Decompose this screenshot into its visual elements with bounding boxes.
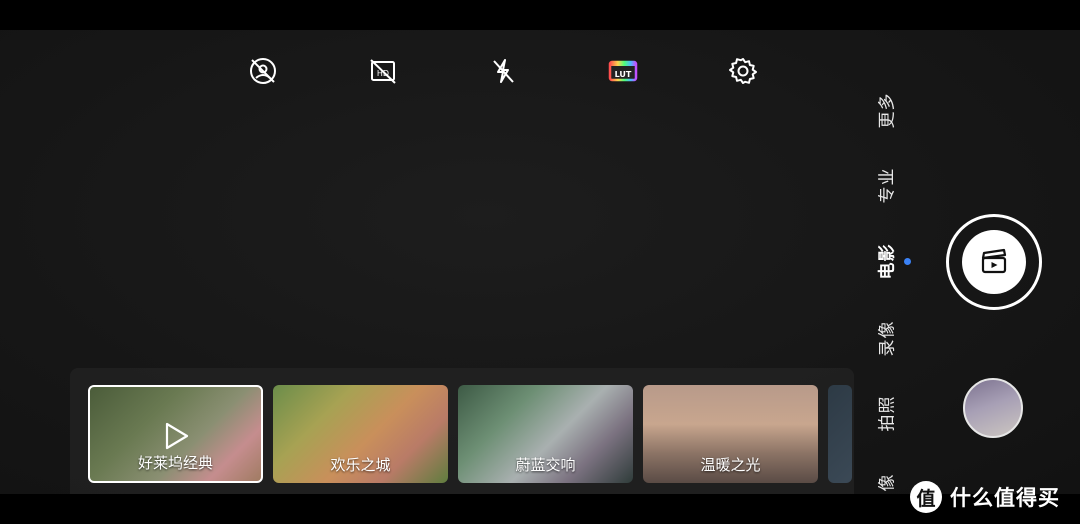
mode-label: 录像 [877,320,898,356]
watermark: 值 什么值得买 [910,480,1060,514]
mode-label: 拍照 [877,395,898,431]
play-icon [165,422,189,450]
flash-off-icon[interactable] [485,53,521,89]
filter-label: 温暖之光 [700,456,761,474]
mode-video[interactable]: 录像 [868,318,902,358]
filter-label: 蔚蓝交响 [515,456,576,474]
watermark-text: 什么值得买 [950,486,1060,510]
mode-label: 更多 [877,92,898,128]
clapperboard-icon [981,248,1007,274]
mode-photo[interactable]: 拍照 [868,393,902,433]
filter-card-azure-symphony[interactable]: 蔚蓝交响 [458,385,633,483]
gear-icon[interactable] [725,53,761,89]
watermark-badge: 值 [910,481,942,513]
filter-label: 欢乐之城 [330,456,391,474]
mode-label: 专业 [877,167,898,203]
gallery-thumbnail[interactable] [963,378,1023,438]
shutter-inner [962,230,1026,294]
lut-icon[interactable]: LUT [605,53,641,89]
active-mode-indicator [904,258,911,265]
mode-label: 像 [877,473,898,491]
lut-label: LUT [615,70,632,79]
record-button[interactable] [946,214,1042,310]
filter-card-partial[interactable] [828,385,852,483]
mode-label: 电影 [877,243,898,279]
filter-card-warm-light[interactable]: 温暖之光 [643,385,818,483]
mode-movie[interactable]: 电影 [868,241,902,281]
mode-portrait-partial[interactable]: 像 [868,462,902,502]
filter-label: 好莱坞经典 [137,454,213,472]
filter-card-joyful-city[interactable]: 欢乐之城 [273,385,448,483]
letterbox-top [0,0,1080,30]
filter-card-hollywood-classic[interactable]: 好莱坞经典 [88,385,263,483]
mode-pro[interactable]: 专业 [868,165,902,205]
hd-off-icon[interactable]: HD [365,53,401,89]
mode-more[interactable]: 更多 [868,90,902,130]
ai-off-icon[interactable] [245,53,281,89]
